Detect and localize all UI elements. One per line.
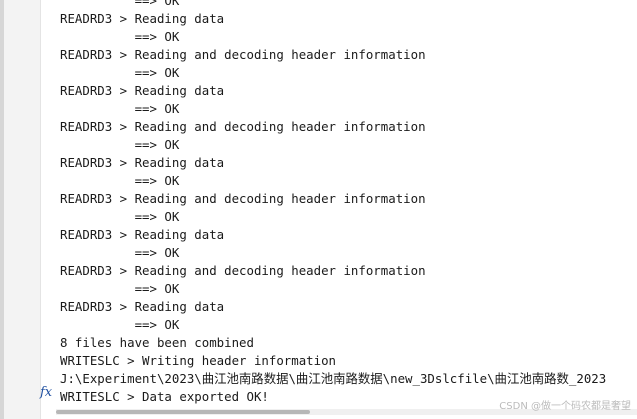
console-line: ==> OK xyxy=(60,245,180,260)
console-line-output-path: J:\Experiment\2023\曲江池南路数据\曲江池南路数据\new_3… xyxy=(60,371,607,386)
console-line: READRD3 > Reading data xyxy=(60,155,225,170)
watermark: CSDN @做一个码农都是奢望 xyxy=(499,401,631,412)
console-line: READRD3 > Reading and decoding header in… xyxy=(60,47,426,62)
console-line: ==> OK xyxy=(60,173,180,188)
console-line: 8 files have been combined xyxy=(60,335,254,350)
console-line: ==> OK xyxy=(60,101,180,116)
console-line: READRD3 > Reading data xyxy=(60,83,225,98)
left-gutter xyxy=(0,0,40,419)
console-line: ==> OK xyxy=(60,209,180,224)
horizontal-scrollbar-thumb[interactable] xyxy=(56,410,310,414)
console-line: READRD3 > Reading and decoding header in… xyxy=(60,191,426,206)
console-line: ==> OK xyxy=(60,137,180,152)
console-line: READRD3 > Reading and decoding header in… xyxy=(60,263,426,278)
console-line: READRD3 > Reading data xyxy=(60,227,225,242)
console-line: READRD3 > Reading and decoding header in… xyxy=(60,119,426,134)
console-line: ==> OK xyxy=(60,281,180,296)
console-line: ==> OK xyxy=(60,65,180,80)
console-line: READRD3 > Reading data xyxy=(60,299,225,314)
console-line: ==> OK xyxy=(60,0,180,8)
matlab-command-window[interactable]: ==> OK READRD3 > Reading data ==> OK REA… xyxy=(0,0,637,419)
console-line: WRITESLC > Writing header information xyxy=(60,353,337,368)
fx-icon[interactable]: fx xyxy=(40,385,54,401)
left-vertical-scrollbar[interactable] xyxy=(0,0,4,419)
console-line: ==> OK xyxy=(60,317,180,332)
console-line: ==> OK xyxy=(60,29,180,44)
console-line: READRD3 > Reading data xyxy=(60,11,225,26)
console-output[interactable]: ==> OK READRD3 > Reading data ==> OK REA… xyxy=(60,0,637,406)
gutter-divider xyxy=(40,0,41,419)
